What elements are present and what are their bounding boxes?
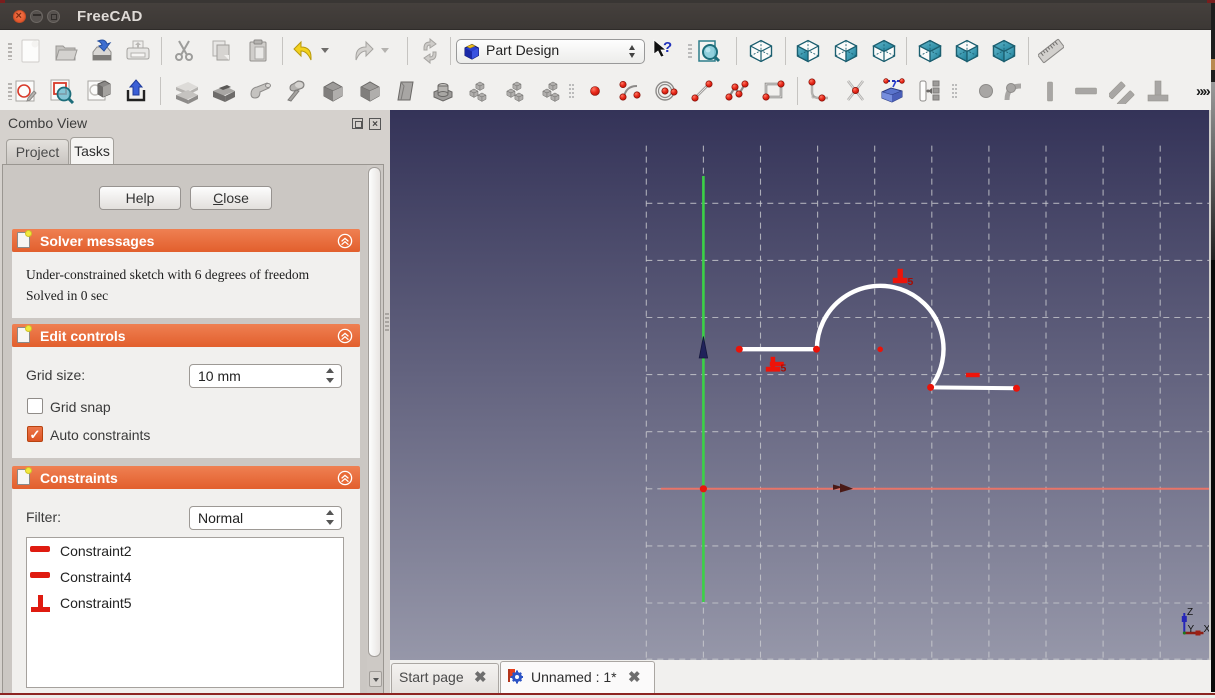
svg-text:5: 5 (908, 276, 914, 288)
svg-text:5: 5 (781, 363, 787, 375)
svg-text:?: ? (663, 39, 672, 56)
svg-text:Y: Y (1188, 624, 1195, 635)
svg-text:Z: Z (1187, 607, 1193, 618)
